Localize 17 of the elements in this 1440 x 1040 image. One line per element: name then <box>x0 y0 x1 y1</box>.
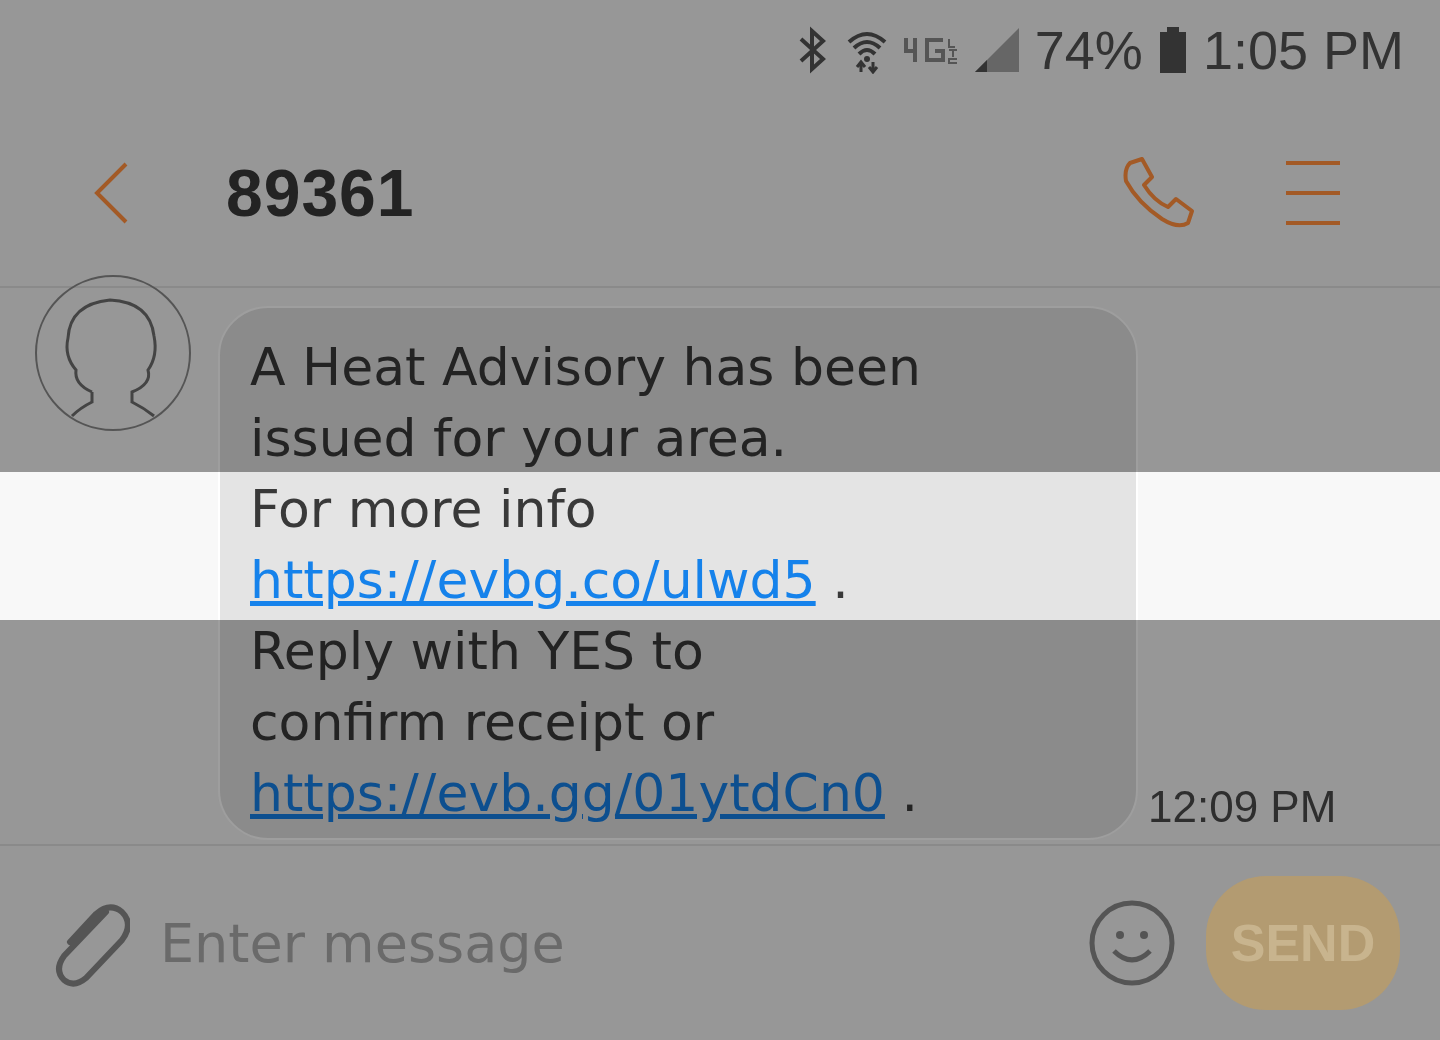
battery-percentage: 74% <box>1034 19 1143 81</box>
clock: 1:05 PM <box>1202 19 1404 81</box>
message-text: For more info <box>250 479 597 539</box>
network-type-icon <box>902 35 959 65</box>
message-text: confirm receipt or <box>250 692 715 752</box>
message-text: A Heat Advisory has been <box>250 337 921 397</box>
message-text: . <box>831 550 849 610</box>
message-time: 12:09 PM <box>1148 782 1337 832</box>
message-link[interactable]: https://evb.gg/01ytdCn0 <box>250 763 885 823</box>
menu-icon[interactable] <box>1284 161 1342 225</box>
message-text: Reply with YES to <box>250 621 704 681</box>
contact-title: 89361 <box>226 155 415 231</box>
avatar-icon <box>34 274 192 432</box>
message-link[interactable]: https://evbg.co/ulwd5 <box>250 550 816 610</box>
message-text: . <box>900 763 918 823</box>
message-text: issued for your area. <box>250 408 788 468</box>
emoji-icon[interactable] <box>1088 899 1176 987</box>
